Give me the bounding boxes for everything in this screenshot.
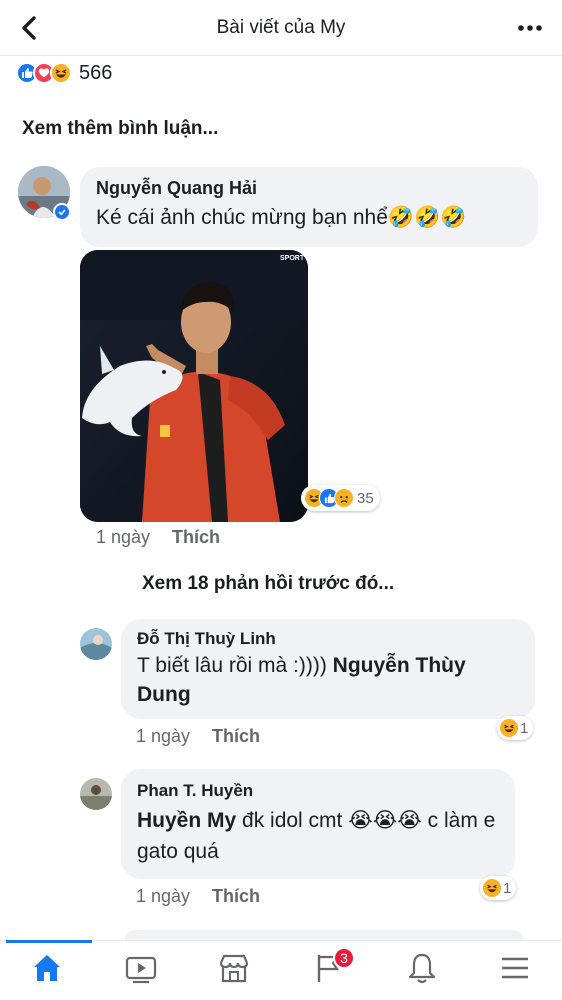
comment-author[interactable]: Nguyễn Quang Hải	[96, 178, 522, 199]
comment-time[interactable]: 1 ngày	[96, 527, 150, 548]
nav-marketplace[interactable]	[187, 941, 281, 1000]
nav-pages[interactable]: 3	[281, 941, 375, 1000]
reply-time[interactable]: 1 ngày	[136, 886, 190, 907]
bottom-nav: 3	[0, 940, 562, 1000]
reply-text-body: T biết lâu rồi mà :))))	[137, 654, 333, 677]
reply-bubble[interactable]: Đỗ Thị Thuỳ Linh T biết lâu rồi mà :))))…	[121, 619, 535, 719]
like-link[interactable]: Thích	[172, 527, 220, 548]
reaction-count: 35	[357, 489, 374, 507]
view-more-comments-link[interactable]: Xem thêm bình luận...	[22, 118, 218, 140]
notification-badge: 3	[333, 947, 356, 969]
nav-watch[interactable]	[94, 941, 188, 1000]
watch-icon	[124, 951, 158, 990]
reply-meta: 1 ngày Thích	[136, 886, 260, 907]
page-title: Bài viết của My	[216, 17, 346, 38]
reply-reactions-chip[interactable]: 1	[480, 876, 517, 900]
menu-icon	[498, 951, 532, 990]
marketplace-icon	[217, 951, 251, 990]
reply-bubble[interactable]: Phan T. Huyền Huyền My đk idol cmt 😭😭😭 c…	[121, 769, 515, 879]
avatar[interactable]	[80, 778, 112, 810]
photo-watermark: SPORT	[280, 255, 305, 262]
haha-reaction-icon	[50, 62, 72, 84]
nav-notifications[interactable]	[375, 941, 469, 1000]
comment-photo[interactable]: SPORT	[80, 250, 308, 522]
haha-reaction-icon	[499, 718, 519, 738]
top-bar: Bài viết của My	[0, 0, 562, 56]
avatar[interactable]	[80, 628, 112, 660]
reply-time[interactable]: 1 ngày	[136, 726, 190, 747]
reply-meta: 1 ngày Thích	[136, 726, 260, 747]
reply-author[interactable]: Phan T. Huyền	[137, 781, 499, 801]
more-horizontal-icon[interactable]	[516, 14, 544, 42]
comment-text: Ké cái ảnh chúc mừng bạn nhể🤣🤣🤣	[96, 206, 467, 229]
comment-meta: 1 ngày Thích	[96, 527, 220, 548]
reaction-count: 1	[503, 879, 512, 897]
like-link[interactable]: Thích	[212, 886, 260, 907]
verified-badge-icon	[53, 203, 71, 221]
home-icon	[30, 951, 64, 990]
mention-link[interactable]: Huyền My	[137, 809, 236, 832]
reaction-count: 1	[520, 719, 529, 737]
comment-reactions-chip[interactable]: 35	[301, 485, 380, 511]
haha-reaction-icon	[482, 878, 502, 898]
view-previous-replies-link[interactable]: Xem 18 phản hồi trước đó...	[142, 573, 394, 595]
reply-text: Huyền My đk idol cmt 😭😭😭 c làm e gato qu…	[137, 805, 499, 867]
post-reactions-summary[interactable]: 566	[16, 60, 112, 86]
sad-reaction-icon	[334, 488, 354, 508]
nav-menu[interactable]	[468, 941, 562, 1000]
nav-home[interactable]	[0, 940, 94, 1000]
reply-author[interactable]: Đỗ Thị Thuỳ Linh	[137, 629, 519, 649]
like-link[interactable]: Thích	[212, 726, 260, 747]
reply-text: T biết lâu rồi mà :)))) Nguyễn Thùy Dung	[137, 651, 519, 709]
comment-bubble[interactable]: Nguyễn Quang Hải Ké cái ảnh chúc mừng bạ…	[80, 167, 538, 247]
reply-reactions-chip[interactable]: 1	[497, 716, 534, 740]
reactions-count: 566	[79, 61, 113, 84]
bell-icon	[405, 951, 439, 990]
